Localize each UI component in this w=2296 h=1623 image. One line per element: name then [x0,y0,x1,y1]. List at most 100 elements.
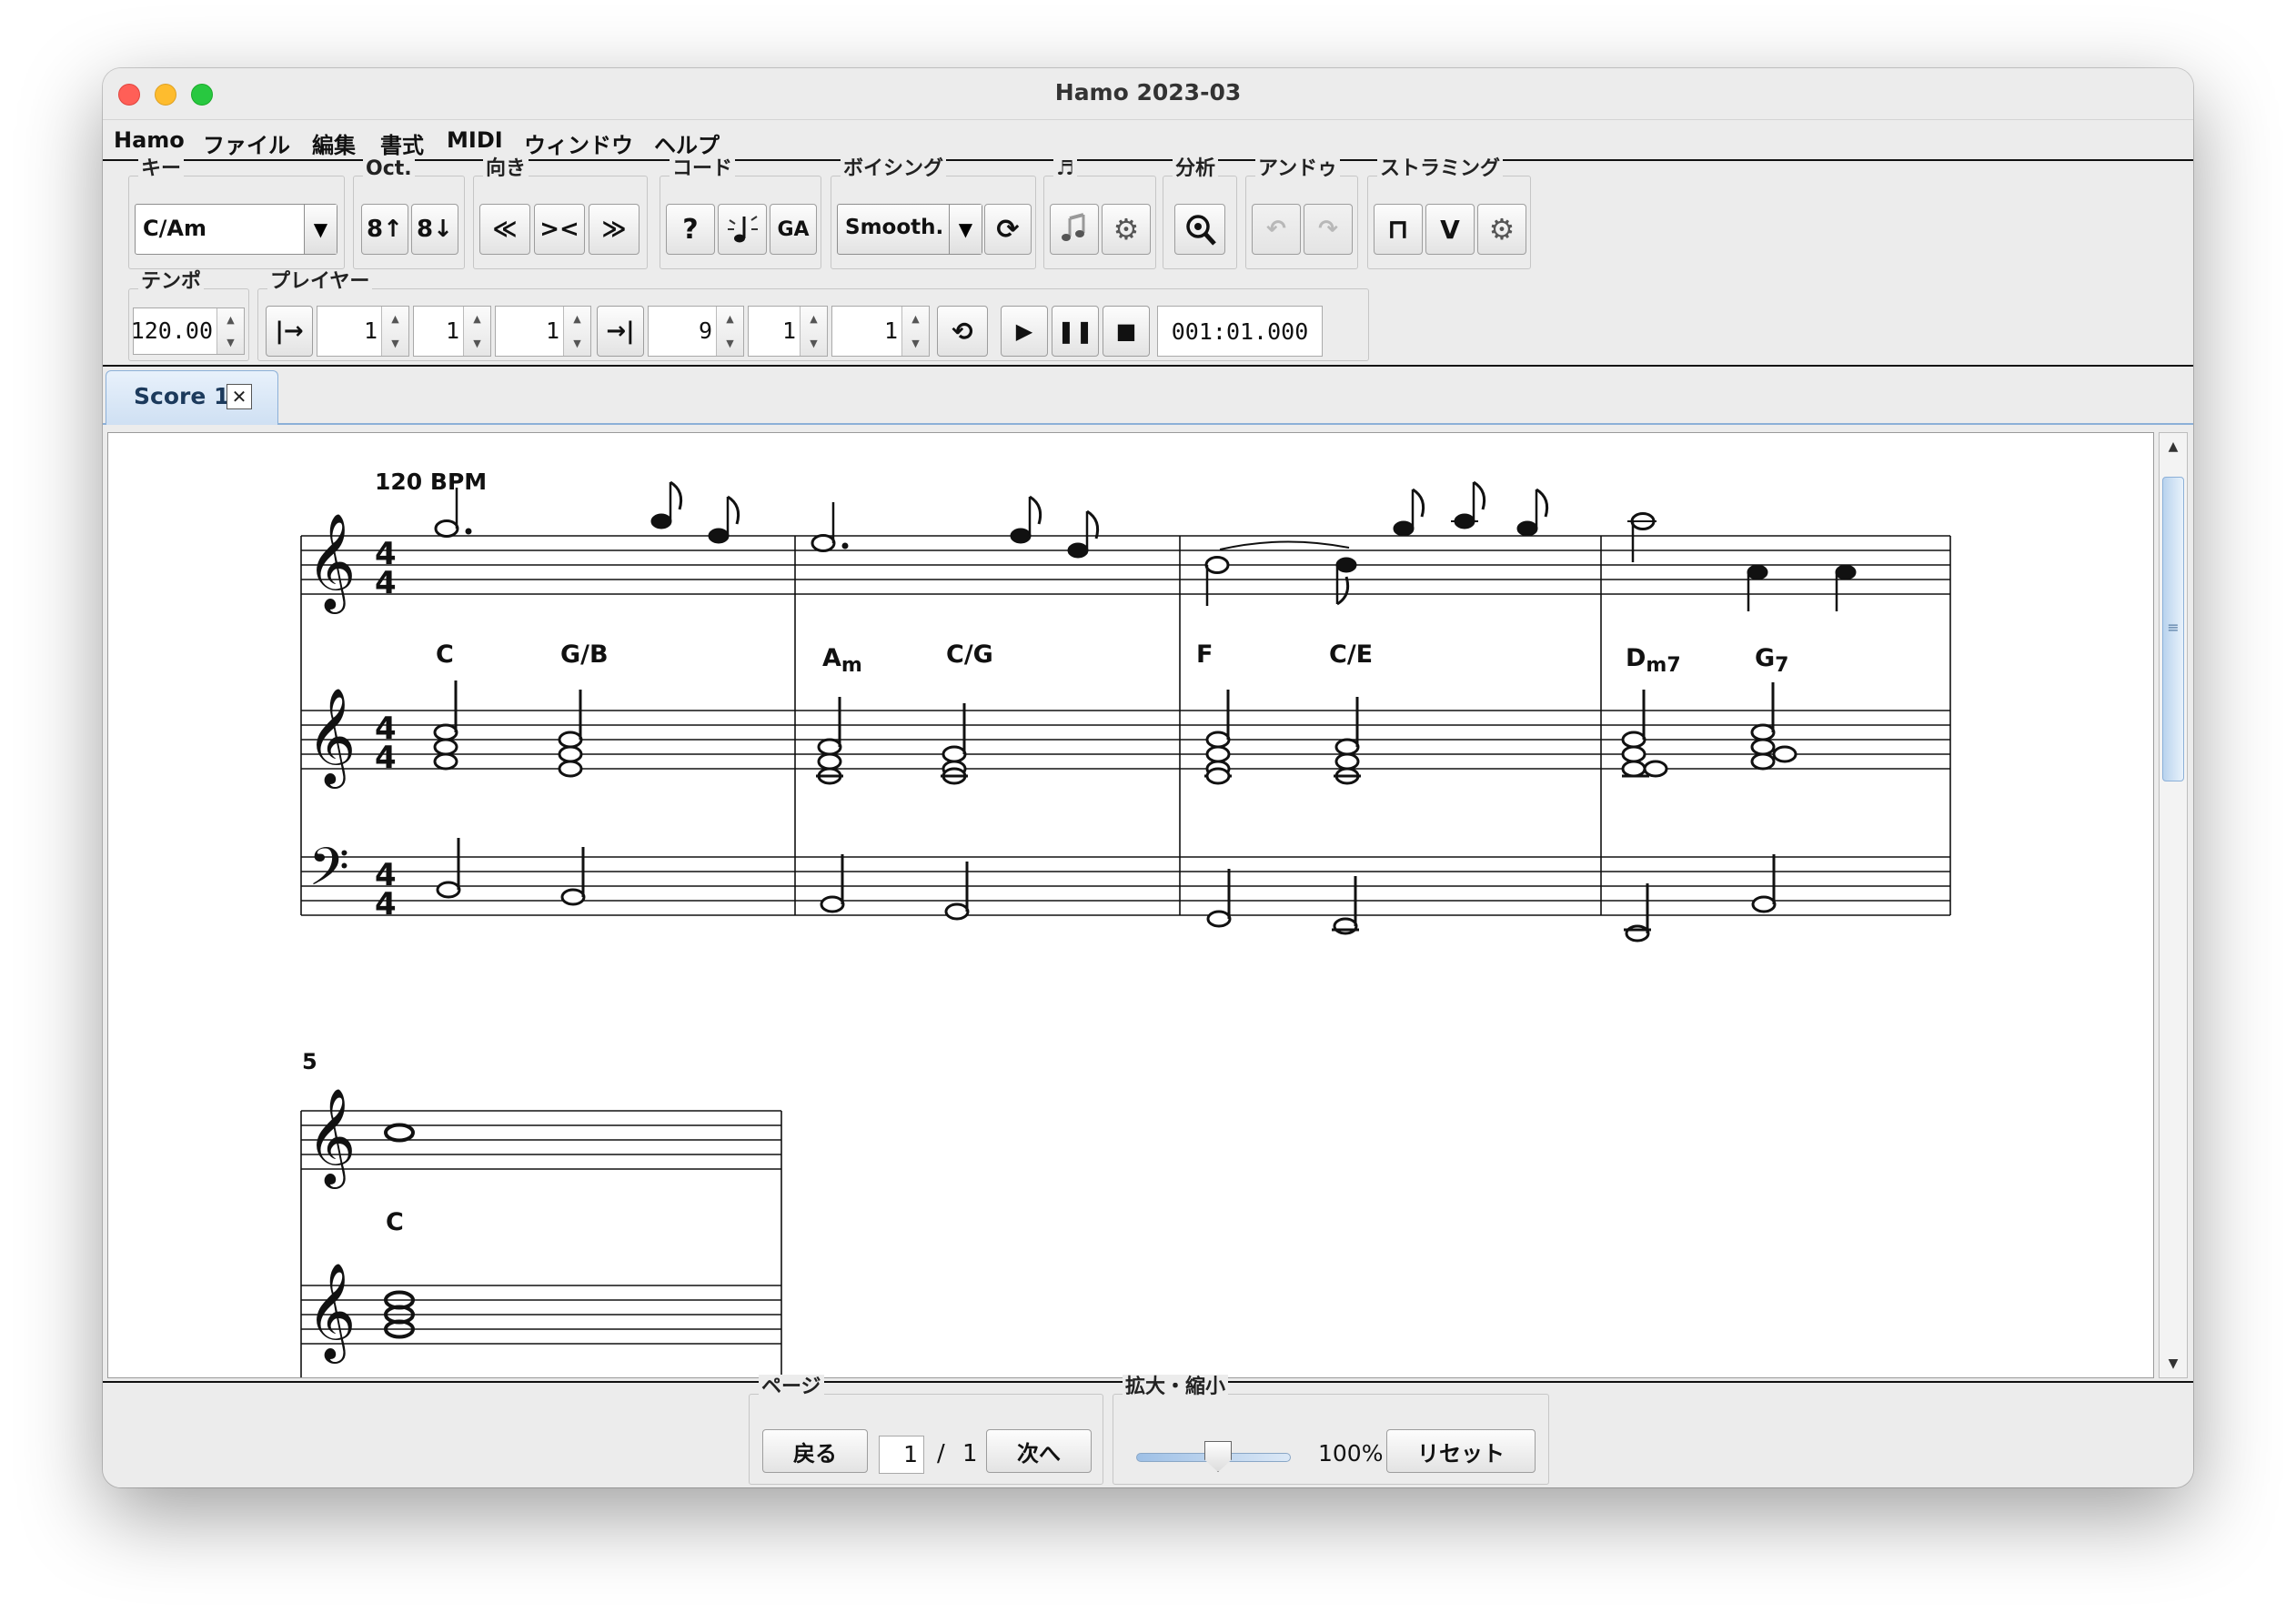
chord-ga-button[interactable]: GA [770,204,817,255]
voicing-select[interactable]: Smooth. ▼ [837,204,982,255]
strum-up-button[interactable]: V [1425,204,1475,255]
start-bracket-icon: |→ [275,318,304,345]
start-measure-value: 1 [363,318,378,344]
chord-symbol: Am [822,644,862,677]
question-icon: ? [682,213,699,246]
svg-text:4: 4 [375,565,397,601]
system-1-staves [300,535,1951,916]
menu-hamo[interactable]: Hamo [114,127,185,153]
undo-icon: ↶ [1266,216,1286,243]
start-tick-spinner[interactable]: 1 ▲ ▼ [495,306,591,357]
octave-down-button[interactable]: 8↓ [411,204,458,255]
note-settings-label: ♬ [1053,156,1077,182]
chord-symbol: C/E [1329,640,1373,669]
chord-highlight-button[interactable] [718,204,767,255]
gear-icon: ⚙ [1113,212,1140,247]
direction-label: 向き [483,156,529,182]
analysis-label: 分析 [1173,156,1219,182]
page-next-button[interactable]: 次へ [986,1429,1092,1473]
octave-up-button[interactable]: 8↑ [361,204,408,255]
stop-button[interactable]: ■ [1103,306,1150,357]
undo-button[interactable]: ↶ [1252,204,1301,255]
menu-window[interactable]: ウィンドウ [524,127,633,159]
chord-identify-button[interactable]: ? [666,204,715,255]
note-settings-button[interactable]: ⚙ [1102,204,1151,255]
start-beat-spinner[interactable]: 1 ▲ ▼ [413,306,491,357]
pause-icon: ❚❚ [1056,318,1094,344]
page-back-button[interactable]: 戻る [762,1429,868,1473]
note-style-button[interactable] [1050,204,1099,255]
end-tick-spinner[interactable]: 1 ▲ ▼ [831,306,930,357]
redo-button[interactable]: ↷ [1304,204,1353,255]
direction-left-button[interactable]: ≪ [479,204,530,255]
undo-label: アンドゥ [1255,156,1341,182]
menu-edit[interactable]: 編集 [312,127,356,159]
spinner-arrows-icon[interactable]: ▲ ▼ [563,307,590,356]
loop-icon: ⟲ [952,316,973,347]
key-select[interactable]: C/Am ▼ [135,204,337,255]
chord-group: コード ? GA [660,156,821,269]
scroll-down-icon[interactable]: ▼ [2160,1350,2187,1377]
score-view[interactable]: 120 BPM 𝄞 𝄞 𝄢 44 44 44 C G/B Am C/G F C/… [107,432,2154,1378]
play-button[interactable]: ▶ [1001,306,1048,357]
chord-symbol: G/B [560,640,609,669]
chord-symbol: C/G [946,640,993,669]
octave-label: Oct. [363,156,415,182]
tab-bar: Score 1 ✕ [103,367,2193,425]
spinner-arrows-icon[interactable]: ▲ ▼ [463,307,490,356]
menu-midi[interactable]: MIDI [447,127,503,153]
tab-score-1[interactable]: Score 1 ✕ [106,370,278,425]
spinner-arrows-icon[interactable]: ▲ ▼ [381,307,408,356]
direction-right-button[interactable]: ≫ [589,204,639,255]
strum-down-button[interactable]: ⊓ [1374,204,1423,255]
end-beat-value: 1 [781,318,796,344]
bass-clef-icon: 𝄢 [308,836,349,911]
time-signatures: 44 44 44 [375,536,397,922]
refresh-icon: ⟳ [996,213,1020,246]
spinner-arrows-icon[interactable]: ▲ ▼ [716,307,743,356]
start-tick-value: 1 [545,318,559,344]
spinner-arrows-icon[interactable]: ▲ ▼ [800,307,827,356]
page-number-input[interactable]: 1 [879,1436,924,1474]
chord-symbol: C [436,640,454,669]
spinner-arrows-icon[interactable]: ▲ ▼ [901,307,929,356]
scroll-thumb[interactable]: ≡ [2162,477,2184,781]
spinner-arrows-icon[interactable]: ▲ ▼ [217,308,244,354]
notes-icon [1062,213,1085,241]
chord-symbol: Dm7 [1626,644,1681,677]
undo-group: アンドゥ ↶ ↷ [1245,156,1358,269]
end-measure-spinner[interactable]: 9 ▲ ▼ [648,306,744,357]
direction-center-button[interactable]: >< [534,204,585,255]
scroll-up-icon[interactable]: ▲ [2160,433,2187,460]
start-measure-spinner[interactable]: 1 ▲ ▼ [317,306,409,357]
menu-file[interactable]: ファイル [203,127,290,159]
loop-button[interactable]: ⟲ [937,306,988,357]
tempo-value: 120.00 [130,318,213,344]
analysis-button[interactable] [1174,204,1225,255]
zoom-reset-button[interactable]: リセット [1386,1429,1536,1473]
time-display: 001:01.000 [1157,306,1323,357]
page-separator: / [937,1440,945,1467]
menu-format[interactable]: 書式 [380,127,424,159]
menu-help[interactable]: ヘルプ [654,127,720,159]
analysis-group: 分析 [1163,156,1237,269]
set-end-button[interactable]: →| [597,306,644,357]
tempo-spinner[interactable]: 120.00 ▲ ▼ [130,307,245,355]
chord-symbol: G7 [1755,644,1788,677]
chevron-down-icon: ▼ [949,205,982,254]
zoom-slider-thumb[interactable] [1204,1441,1232,1472]
set-start-button[interactable]: |→ [266,306,313,357]
pause-button[interactable]: ❚❚ [1052,306,1099,357]
key-value: C/Am [143,216,206,241]
vertical-scrollbar[interactable]: ▲ ≡ ▼ [2159,432,2188,1378]
strum-settings-button[interactable]: ⚙ [1477,204,1526,255]
voicing-refresh-button[interactable]: ⟳ [984,204,1032,255]
end-beat-spinner[interactable]: 1 ▲ ▼ [748,306,828,357]
title-bar: Hamo 2023-03 [103,68,2193,120]
voicing-value: Smooth. [845,216,944,239]
note-settings-group: ♬ ⚙ [1043,156,1156,269]
direction-group: 向き ≪ >< ≫ [473,156,648,269]
strumming-label: ストラミング [1377,156,1504,182]
magnifier-icon [1186,215,1216,246]
close-icon[interactable]: ✕ [227,384,252,409]
